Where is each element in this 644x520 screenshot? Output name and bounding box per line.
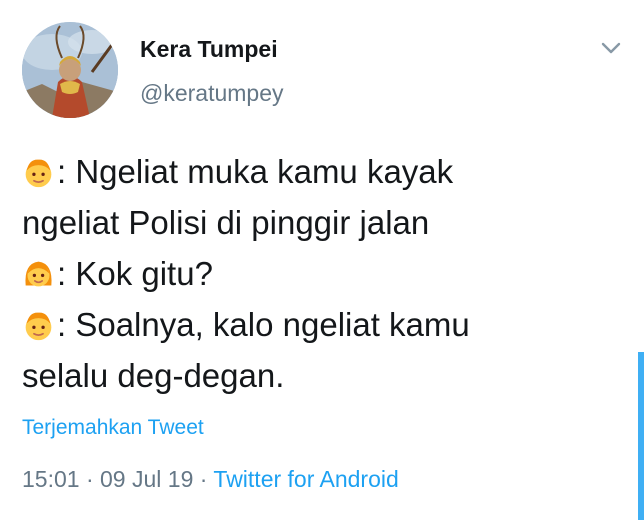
boy-emoji-icon [25, 159, 52, 188]
tweet-line: : Soalnya, kalo ngeliat kamu [22, 299, 622, 350]
tweet-line-text: selalu deg-degan. [22, 357, 285, 394]
meta-separator: · [199, 466, 208, 492]
display-name[interactable]: Kera Tumpei [140, 36, 278, 63]
scrollbar[interactable] [638, 352, 644, 520]
tweet-line: : Ngeliat muka kamu kayak [22, 146, 622, 197]
tweet-card: Kera Tumpei @keratumpey : Ngeliat muka k… [0, 0, 644, 520]
tweet-line-text: ngeliat Polisi di pinggir jalan [22, 204, 430, 241]
translate-tweet-link[interactable]: Terjemahkan Tweet [22, 416, 204, 440]
avatar[interactable] [22, 22, 118, 118]
boy-emoji-icon [25, 312, 52, 341]
tweet-source-link[interactable]: Twitter for Android [213, 466, 398, 492]
tweet-line-text: : Soalnya, kalo ngeliat kamu [57, 306, 470, 343]
tweet-menu-button[interactable] [596, 36, 626, 60]
tweet-line-text: : Ngeliat muka kamu kayak [57, 153, 454, 190]
tweet-time[interactable]: 15:01 [22, 466, 80, 492]
tweet-line: ngeliat Polisi di pinggir jalan [22, 197, 622, 248]
user-handle[interactable]: @keratumpey [140, 80, 284, 107]
tweet-line: selalu deg-degan. [22, 350, 622, 401]
tweet-line: : Kok gitu? [22, 248, 622, 299]
tweet-meta: 15:01 · 09 Jul 19 · Twitter for Android [22, 466, 399, 493]
tweet-line-text: : Kok gitu? [57, 255, 213, 292]
meta-separator: · [85, 466, 94, 492]
avatar-image [22, 22, 118, 118]
tweet-date[interactable]: 09 Jul 19 [100, 466, 193, 492]
girl-emoji-icon [25, 261, 52, 287]
tweet-text: : Ngeliat muka kamu kayak ngeliat Polisi… [22, 146, 622, 401]
chevron-down-icon [601, 42, 621, 54]
